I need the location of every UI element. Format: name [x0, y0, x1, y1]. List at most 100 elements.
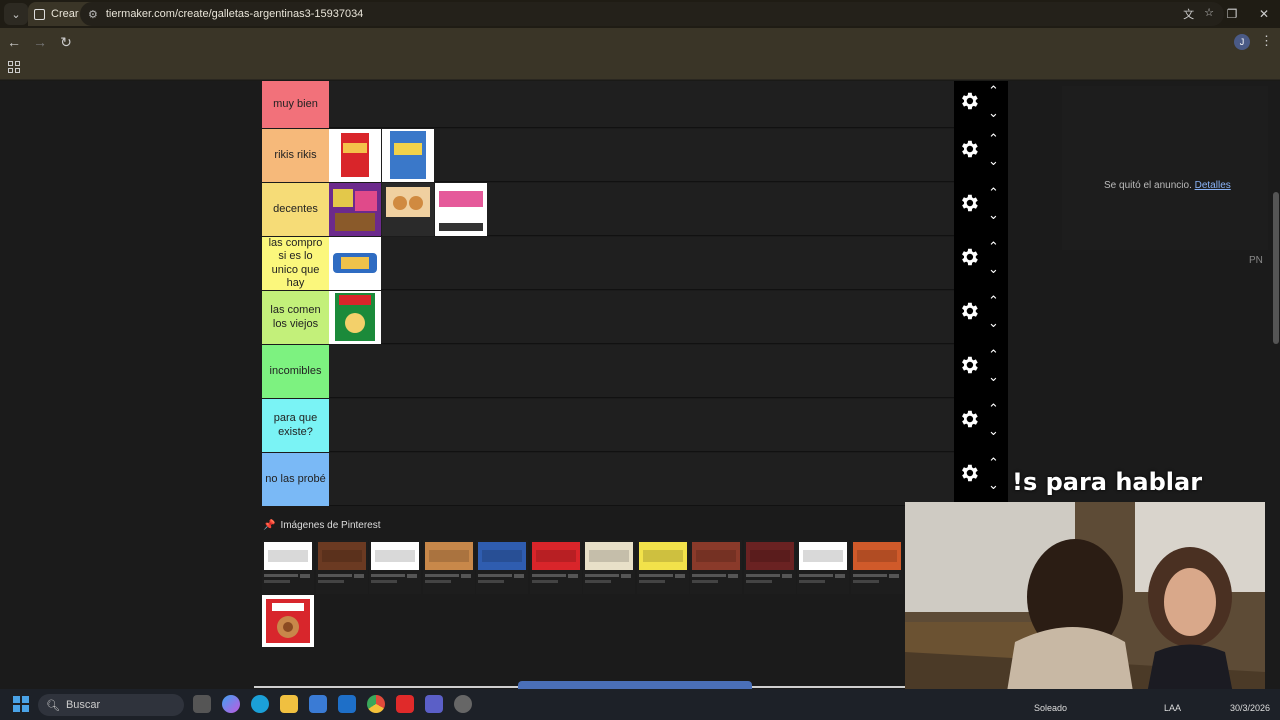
- pinterest-image-card[interactable]: [636, 540, 689, 594]
- reload-button[interactable]: ↻: [54, 34, 78, 51]
- windows-start-icon[interactable]: [13, 696, 29, 712]
- pinterest-image-card[interactable]: [422, 540, 475, 594]
- cookie-item[interactable]: [329, 183, 381, 236]
- tier-controls: ⌃ ⌄: [954, 399, 1008, 453]
- cookie-item[interactable]: [329, 291, 381, 344]
- pinterest-image-card[interactable]: [262, 540, 314, 594]
- taskbar-search[interactable]: 🔍︎ Buscar: [38, 694, 184, 716]
- gear-icon[interactable]: [958, 90, 980, 112]
- tier-label[interactable]: decentes: [262, 183, 329, 236]
- tier-label[interactable]: rikis rikis: [262, 129, 329, 182]
- pinterest-image-card[interactable]: [315, 540, 368, 594]
- gear-icon[interactable]: [958, 300, 980, 322]
- gear-icon[interactable]: [958, 192, 980, 214]
- pinterest-image-card[interactable]: [583, 540, 635, 594]
- chrome-icon[interactable]: [367, 695, 385, 713]
- move-up-icon[interactable]: ⌃: [988, 347, 999, 363]
- cookie-item[interactable]: [435, 183, 487, 236]
- pinterest-image-card[interactable]: [529, 540, 582, 594]
- browser-menu-icon[interactable]: ⋮: [1260, 33, 1273, 49]
- tier-label[interactable]: las compro si es lo unico que hay: [262, 237, 329, 290]
- cookie-item[interactable]: [329, 129, 381, 182]
- tier-drop-zone[interactable]: [329, 399, 954, 452]
- move-up-icon[interactable]: ⌃: [988, 293, 999, 309]
- pinterest-image-card[interactable]: [850, 540, 903, 594]
- tier-drop-zone[interactable]: [329, 291, 954, 344]
- weather-status[interactable]: Soleado: [1034, 703, 1067, 713]
- translate-icon[interactable]: 文: [1183, 6, 1194, 22]
- tier-controls: ⌃ ⌄: [954, 453, 1008, 507]
- address-bar[interactable]: ⚙ tiermaker.com/create/galletas-argentin…: [80, 2, 1224, 26]
- tier-drop-zone[interactable]: [329, 345, 954, 398]
- tier-drop-zone[interactable]: [329, 129, 954, 182]
- edge-icon[interactable]: [251, 695, 269, 713]
- copilot-icon[interactable]: [222, 695, 240, 713]
- move-up-icon[interactable]: ⌃: [988, 131, 999, 147]
- gear-icon[interactable]: [958, 408, 980, 430]
- move-down-icon[interactable]: ⌄: [988, 261, 999, 277]
- clock-date[interactable]: 30/3/2026: [1230, 703, 1270, 713]
- tab-search-button[interactable]: ⌄: [4, 3, 28, 25]
- tier-label[interactable]: incomibles: [262, 345, 329, 398]
- pinterest-image-card[interactable]: [262, 595, 314, 647]
- move-up-icon[interactable]: ⌃: [988, 83, 999, 99]
- ad-removed-text: Se quitó el anuncio.: [1104, 180, 1192, 191]
- move-up-icon[interactable]: ⌃: [988, 455, 999, 471]
- back-button[interactable]: ←: [2, 34, 26, 50]
- gear-icon[interactable]: [958, 138, 980, 160]
- tier-controls: ⌃ ⌄: [954, 81, 1008, 129]
- teams-icon[interactable]: [425, 695, 443, 713]
- move-down-icon[interactable]: ⌄: [988, 477, 999, 493]
- move-down-icon[interactable]: ⌄: [988, 423, 999, 439]
- profile-avatar[interactable]: J: [1234, 34, 1250, 50]
- pinterest-image-card[interactable]: [476, 540, 528, 594]
- gear-icon[interactable]: [958, 462, 980, 484]
- bottom-button-bar[interactable]: [518, 681, 752, 689]
- windows-taskbar: [0, 689, 1280, 720]
- cookie-item[interactable]: [382, 183, 434, 236]
- move-down-icon[interactable]: ⌄: [988, 153, 999, 169]
- pinterest-image-card[interactable]: [690, 540, 742, 594]
- ad-details-link[interactable]: Detalles: [1195, 180, 1231, 191]
- forward-button[interactable]: →: [28, 34, 52, 50]
- tier-drop-zone[interactable]: [329, 183, 954, 236]
- site-info-icon[interactable]: ⚙: [88, 8, 98, 21]
- gear-icon[interactable]: [958, 246, 980, 268]
- store-icon[interactable]: [309, 695, 327, 713]
- pinterest-image-card[interactable]: [797, 540, 849, 594]
- gear-icon[interactable]: [958, 354, 980, 376]
- move-down-icon[interactable]: ⌄: [988, 369, 999, 385]
- tier-drop-zone[interactable]: [329, 81, 954, 128]
- tier-drop-zone[interactable]: [329, 237, 954, 290]
- close-window-button[interactable]: ✕: [1248, 0, 1280, 28]
- tier-label[interactable]: para que existe?: [262, 399, 329, 452]
- move-down-icon[interactable]: ⌄: [988, 315, 999, 331]
- toolbar: ← → ↻: [0, 28, 1280, 56]
- youtube-icon[interactable]: [396, 695, 414, 713]
- language-indicator[interactable]: LAA: [1164, 703, 1181, 713]
- tier-label[interactable]: no las probé: [262, 453, 329, 506]
- move-down-icon[interactable]: ⌄: [988, 207, 999, 223]
- scrollbar-track[interactable]: [1272, 81, 1280, 689]
- apps-grid-icon[interactable]: [8, 61, 20, 73]
- move-up-icon[interactable]: ⌃: [988, 239, 999, 255]
- tier-label[interactable]: las comen los viejos: [262, 291, 329, 344]
- app-icon[interactable]: [454, 695, 472, 713]
- outlook-icon[interactable]: [338, 695, 356, 713]
- tier-label[interactable]: muy bien: [262, 81, 329, 128]
- task-view-icon[interactable]: [193, 695, 211, 713]
- search-icon: 🔍︎: [46, 699, 60, 712]
- file-explorer-icon[interactable]: [280, 695, 298, 713]
- pn-label: PN: [1249, 255, 1263, 266]
- pinterest-image-card[interactable]: [369, 540, 421, 594]
- cookie-item[interactable]: [329, 237, 381, 290]
- scrollbar-thumb[interactable]: [1273, 192, 1279, 344]
- move-down-icon[interactable]: ⌄: [988, 105, 999, 121]
- tier-drop-zone[interactable]: [329, 453, 954, 506]
- move-up-icon[interactable]: ⌃: [988, 185, 999, 201]
- bookmark-star-icon[interactable]: ☆: [1204, 6, 1214, 22]
- move-up-icon[interactable]: ⌃: [988, 401, 999, 417]
- tier-row: decentes ⌃ ⌄: [262, 183, 1008, 237]
- pinterest-image-card[interactable]: [743, 540, 796, 594]
- cookie-item[interactable]: [382, 129, 434, 182]
